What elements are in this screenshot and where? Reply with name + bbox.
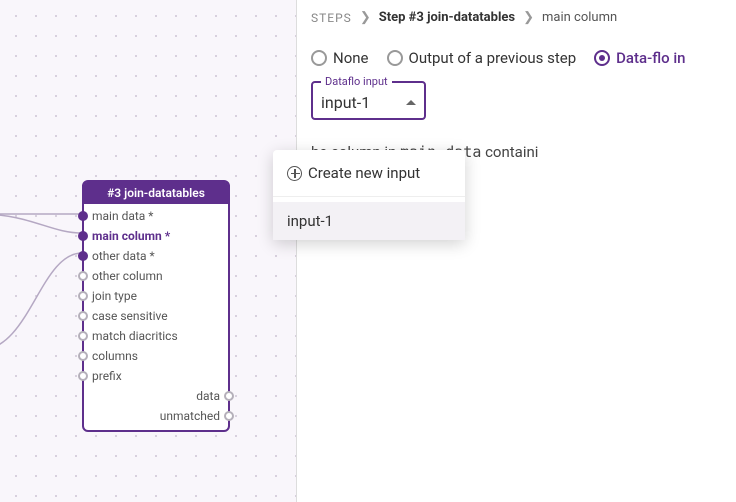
- port-label: data: [196, 389, 220, 403]
- select-value: input-1: [321, 93, 370, 112]
- node-output-port[interactable]: unmatched: [84, 406, 228, 426]
- port-label: columns: [92, 349, 138, 363]
- breadcrumb-field: main column: [542, 10, 617, 25]
- node-input-port[interactable]: prefix: [84, 366, 228, 386]
- radio-none[interactable]: None: [311, 49, 369, 67]
- radio-previous-output[interactable]: Output of a previous step: [387, 49, 577, 67]
- port-icon[interactable]: [78, 231, 88, 241]
- port-icon[interactable]: [78, 311, 88, 321]
- port-label: prefix: [92, 369, 122, 383]
- workflow-canvas[interactable]: #3 join-datatables main data * main colum…: [0, 0, 296, 502]
- breadcrumb-step[interactable]: Step #3 join-datatables: [379, 10, 515, 25]
- port-label: unmatched: [160, 409, 220, 423]
- radio-dataflo-input[interactable]: Data-flo in: [594, 49, 685, 67]
- port-icon[interactable]: [78, 371, 88, 381]
- port-label: main data *: [92, 209, 153, 223]
- port-label: join type: [92, 289, 137, 303]
- chevron-up-icon: [406, 100, 416, 105]
- port-icon[interactable]: [78, 291, 88, 301]
- input-dropdown: Create new input input-1: [273, 150, 465, 240]
- node-input-port[interactable]: case sensitive: [84, 306, 228, 326]
- source-radio-group: None Output of a previous step Data-flo …: [311, 49, 722, 67]
- chevron-right-icon: ❯: [360, 10, 371, 25]
- node-input-port[interactable]: other data *: [84, 246, 228, 266]
- port-label: case sensitive: [92, 309, 168, 323]
- node-input-port[interactable]: match diacritics: [84, 326, 228, 346]
- side-panel: STEPS ❯ Step #3 join-datatables ❯ main c…: [296, 0, 736, 502]
- radio-icon: [311, 50, 327, 66]
- dataflo-input-select[interactable]: Dataflo input input-1: [311, 81, 426, 120]
- port-icon[interactable]: [224, 391, 234, 401]
- dropdown-create-new-input[interactable]: Create new input: [273, 154, 465, 192]
- node-input-port[interactable]: join type: [84, 286, 228, 306]
- port-icon[interactable]: [78, 211, 88, 221]
- node-title: #3 join-datatables: [84, 182, 228, 204]
- breadcrumb: STEPS ❯ Step #3 join-datatables ❯ main c…: [311, 10, 722, 25]
- node-input-port[interactable]: main column *: [84, 226, 228, 246]
- port-icon[interactable]: [78, 251, 88, 261]
- port-label: match diacritics: [92, 329, 178, 343]
- port-label: other column: [92, 269, 163, 283]
- node-output-port[interactable]: data: [84, 386, 228, 406]
- edge: [0, 214, 82, 233]
- radio-icon: [387, 50, 403, 66]
- port-icon[interactable]: [224, 411, 234, 421]
- port-label: other data *: [92, 249, 155, 263]
- node-input-port[interactable]: main data *: [84, 206, 228, 226]
- chevron-right-icon: ❯: [523, 10, 534, 25]
- radio-icon: [594, 50, 610, 66]
- port-label: main column *: [92, 229, 170, 243]
- breadcrumb-root[interactable]: STEPS: [311, 11, 352, 25]
- plus-circle-icon: [287, 166, 302, 181]
- select-legend: Dataflo input: [321, 75, 392, 88]
- node-join-datatables[interactable]: #3 join-datatables main data * main colum…: [82, 180, 230, 432]
- dropdown-item[interactable]: input-1: [273, 202, 465, 240]
- node-input-port[interactable]: columns: [84, 346, 228, 366]
- node-input-port[interactable]: other column: [84, 266, 228, 286]
- edge: [0, 253, 82, 350]
- port-icon[interactable]: [78, 351, 88, 361]
- port-icon[interactable]: [78, 271, 88, 281]
- port-icon[interactable]: [78, 331, 88, 341]
